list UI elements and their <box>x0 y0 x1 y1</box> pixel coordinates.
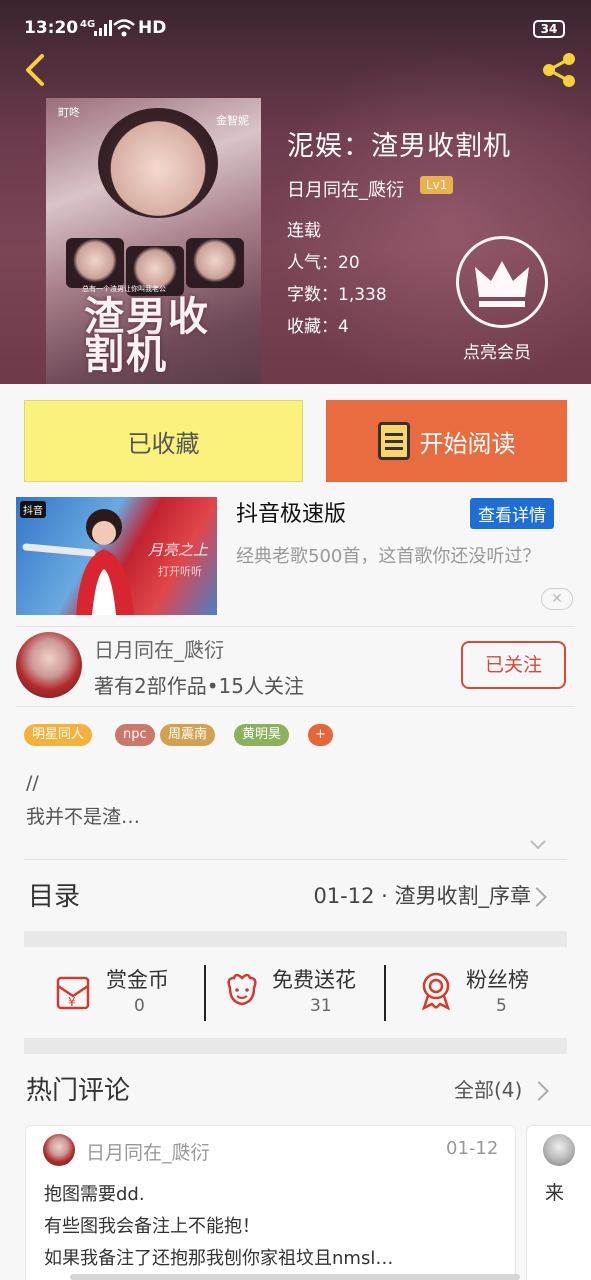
tag-item[interactable]: 明星同人 <box>24 724 93 746</box>
toc-latest-chapter[interactable]: 01-12 · 渣男收割_序章 <box>313 880 531 910</box>
hot-comments-label: 热门评论 <box>26 1076 131 1106</box>
divider <box>204 965 206 1021</box>
toc-label[interactable]: 目录 <box>28 876 80 913</box>
network-label: 4G <box>80 19 96 30</box>
divider <box>384 965 386 1021</box>
follow-button[interactable]: 已关注 <box>461 641 566 689</box>
hd-label: HD <box>138 18 167 38</box>
add-tag-button[interactable]: + <box>308 724 333 746</box>
crown-icon <box>475 261 529 307</box>
book-cover[interactable]: 町咚 金智妮 总有一个渣男让你叫我老公 渣男收割机 <box>46 98 261 384</box>
favorited-button[interactable]: 已收藏 <box>24 400 303 482</box>
cover-name-left: 町咚 <box>58 106 80 119</box>
ad-image-text: 月亮之上 <box>148 541 209 559</box>
home-indicator <box>70 1274 520 1280</box>
ad-image-subtext: 打开听听 <box>158 565 202 578</box>
ad-description[interactable]: 经典老歌500首，这首歌你还没听过？ <box>236 542 556 572</box>
all-comments-link[interactable]: 全部(4) <box>454 1074 522 1103</box>
back-arrow-icon[interactable] <box>16 50 56 90</box>
comment-date: 01-12 <box>446 1138 499 1159</box>
ad-close-icon[interactable]: ✕ <box>541 588 573 610</box>
cover-title: 渣男收割机 <box>84 294 210 378</box>
divider <box>16 706 575 707</box>
intro-line: // <box>26 772 39 794</box>
cover-portrait-small <box>186 238 244 288</box>
tag-item[interactable]: npc <box>115 724 155 746</box>
ad-image[interactable]: 抖音 月亮之上 打开听听 <box>16 497 217 615</box>
book-header: 13:20 4G HD 34 町咚 金智妮 总有一个渣男让你叫我老公 渣男收割机… <box>0 0 591 384</box>
flower-icon[interactable] <box>222 970 262 1010</box>
stat-value: 31 <box>310 996 332 1016</box>
author-name[interactable]: 日月同在_瓞衍 <box>94 634 224 663</box>
book-word-count: 字数：1,338 <box>287 285 387 305</box>
comment-user[interactable]: 日月同在_瓞衍 <box>86 1138 210 1165</box>
intro-line: 我并不是渣… <box>26 806 141 828</box>
cover-portrait-small <box>66 238 124 288</box>
medal-icon[interactable] <box>416 970 456 1010</box>
cover-subtitle: 总有一个渣男让你叫我老公 <box>82 285 166 293</box>
comment-text: 有些图我会备注上不能抱！ <box>44 1216 260 1237</box>
book-status: 连载 <box>287 221 321 241</box>
stat-value: 0 <box>134 996 145 1016</box>
vip-label[interactable]: 点亮会员 <box>463 338 531 363</box>
svg-text:¥: ¥ <box>68 995 76 1009</box>
chevron-right-icon[interactable] <box>529 1081 549 1101</box>
start-reading-label: 开始阅读 <box>419 429 516 458</box>
signal-icon <box>94 20 112 36</box>
stat-label[interactable]: 赏金币 <box>106 964 169 994</box>
ad-title[interactable]: 抖音极速版 <box>236 496 346 528</box>
cover-name-right: 金智妮 <box>216 114 249 127</box>
comment-text: 抱图需要dd. <box>44 1184 145 1205</box>
ad-detail-button[interactable]: 查看详情 <box>470 498 554 529</box>
start-reading-button[interactable]: 开始阅读 <box>326 400 567 482</box>
stat-label[interactable]: 免费送花 <box>272 964 356 994</box>
cover-portrait <box>98 108 218 218</box>
share-icon[interactable] <box>537 48 581 92</box>
comment-avatar[interactable] <box>543 1134 575 1166</box>
chevron-down-icon[interactable] <box>528 834 548 854</box>
author-avatar[interactable] <box>16 632 82 698</box>
vip-crown-button[interactable] <box>456 236 548 328</box>
comment-avatar[interactable] <box>43 1134 75 1166</box>
book-favorites: 收藏：4 <box>287 317 349 337</box>
status-bar: 13:20 4G HD 34 <box>0 0 591 46</box>
book-author[interactable]: 日月同在_瓞衍 <box>287 176 404 202</box>
section-separator <box>24 1038 567 1054</box>
comment-text: 如果我备注了还抱那我刨你家祖坟且nmsl… <box>44 1248 394 1269</box>
comment-text: 来 <box>545 1182 565 1204</box>
book-popularity: 人气：20 <box>287 253 360 273</box>
tag-item[interactable]: 周震南 <box>160 724 216 746</box>
battery-icon: 34 <box>533 20 565 38</box>
divider <box>24 859 567 860</box>
tag-item[interactable]: 黄明昊 <box>234 724 290 746</box>
book-icon <box>377 422 410 460</box>
status-time: 13:20 <box>24 18 79 38</box>
author-stats: 著有2部作品•15人关注 <box>94 674 304 698</box>
stat-value: 5 <box>496 996 507 1016</box>
coin-envelope-icon[interactable]: ¥ <box>54 972 94 1012</box>
stat-label[interactable]: 粉丝榜 <box>466 964 529 994</box>
level-badge: Lv1 <box>420 176 454 194</box>
divider <box>16 626 575 627</box>
section-separator <box>24 931 567 947</box>
wifi-icon <box>113 19 135 37</box>
book-title: 泥娱：渣男收割机 <box>287 131 511 162</box>
